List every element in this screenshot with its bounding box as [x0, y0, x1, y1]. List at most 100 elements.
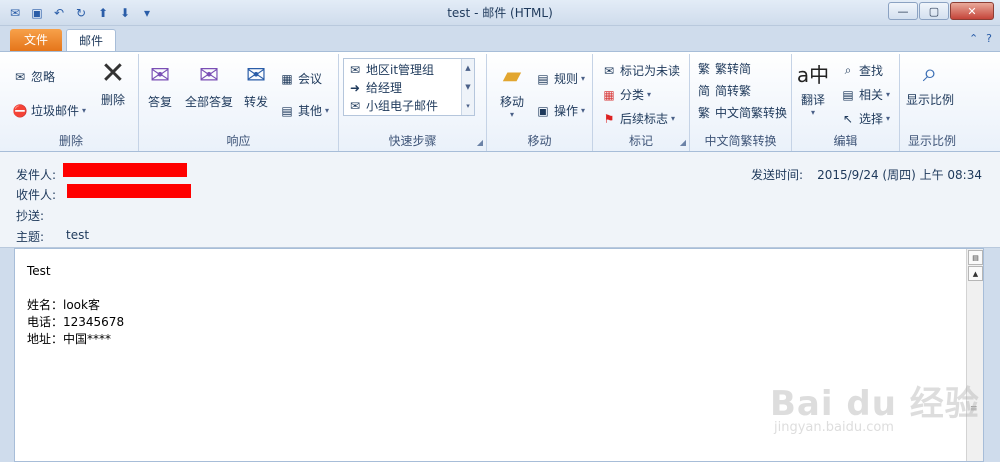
rules-icon: ▤	[537, 71, 549, 86]
group-respond: ✉ 答复 ✉ 全部答复 ✉ 转发 ▦ 会议 ▤ 其他 ▾ 响应	[139, 54, 339, 151]
reply-button[interactable]: ✉ 答复	[145, 60, 175, 110]
follow-up-button[interactable]: ⚑ 后续标志 ▾	[601, 110, 675, 127]
convert-icon: 繁	[697, 106, 710, 120]
redacted-recipient	[67, 184, 191, 198]
quick-steps-scrollbar[interactable]: ▲ ▼ ▾	[461, 59, 474, 115]
group-chinese-conversion: 繁 繁转简 简 简转繁 繁 中文简繁转换 中文简繁转换	[690, 54, 792, 151]
more-icon: ▤	[281, 103, 293, 118]
group-move: ▰ 移动 ▾ ▤ 规则 ▾ ▣ 操作 ▾ 移动	[487, 54, 593, 151]
cursor-icon: ↖	[842, 111, 854, 126]
group-delete: ✉ 忽略 ⛔ 垃圾邮件 ▾ ✕ 删除 删除	[4, 54, 139, 151]
watermark-logo: Bai du 经验	[770, 384, 980, 424]
chevron-down-icon: ▾	[581, 74, 586, 83]
traditional-to-simplified-button[interactable]: 繁 繁转简	[696, 60, 751, 77]
envelope-icon: ✉	[603, 63, 615, 78]
actions-icon: ▣	[537, 103, 549, 118]
body-line	[27, 280, 124, 297]
actions-button[interactable]: ▣ 操作 ▾	[535, 102, 585, 119]
mark-unread-button[interactable]: ✉ 标记为未读	[601, 62, 680, 79]
scroll-up-icon[interactable]: ▲	[968, 266, 983, 281]
ignore-icon: ✉	[14, 69, 26, 84]
group-zoom: ⌕ 显示比例 显示比例	[900, 54, 964, 151]
chevron-down-icon: ▾	[671, 114, 676, 123]
calendar-icon: ▦	[281, 71, 293, 86]
group-label-delete: 删除	[58, 134, 83, 148]
forward-button[interactable]: ✉ 转发	[241, 60, 271, 110]
group-quick-steps: ✉ 地区it管理组 ➜ 给经理 ✉ 小组电子邮件 ▲ ▼ ▾ 快速步骤 ◢	[339, 54, 487, 151]
sent-value: 2015/9/24 (周四) 上午 08:34	[817, 168, 982, 182]
body-line: 姓名：look客	[27, 298, 100, 312]
quick-step-item[interactable]: ➜ 给经理	[347, 79, 402, 96]
chinese-conversion-button[interactable]: 繁 中文简繁转换	[696, 104, 787, 121]
quick-step-item[interactable]: ✉ 地区it管理组	[347, 61, 434, 78]
scroll-up-icon[interactable]: ▲	[465, 64, 470, 72]
find-button[interactable]: ⌕ 查找	[840, 62, 883, 79]
group-label-zoom: 显示比例	[907, 134, 956, 148]
body-line: Test	[27, 264, 51, 278]
move-folder-icon: ▰	[502, 61, 522, 89]
help-icon[interactable]: ?	[986, 32, 992, 45]
group-editing: a中 翻译 ▾ ⌕ 查找 ▤ 相关 ▾ ↖ 选择 ▾ 编辑	[792, 54, 900, 151]
group-label-move: 移动	[527, 134, 552, 148]
forward-icon: ✉	[245, 61, 267, 89]
zoom-button[interactable]: ⌕ 显示比例	[906, 58, 954, 108]
related-button[interactable]: ▤ 相关 ▾	[840, 86, 890, 103]
to-label: 收件人:	[16, 188, 57, 202]
from-label: 发件人:	[16, 168, 57, 182]
title-bar: ✉ ▣ ↶ ↻ ⬆ ⬇ ▾ test - 邮件 (HTML) — ▢ ✕	[0, 0, 1000, 26]
chevron-down-icon: ▾	[509, 110, 514, 119]
dialog-launcher-icon[interactable]: ◢	[477, 138, 483, 147]
scroll-down-icon[interactable]: ▼	[465, 83, 470, 91]
chevron-down-icon: ▾	[581, 106, 586, 115]
quick-steps-gallery: ✉ 地区it管理组 ➜ 给经理 ✉ 小组电子邮件 ▲ ▼ ▾	[343, 58, 475, 116]
chevron-down-icon: ▾	[886, 114, 891, 123]
ribbon-controls: ⌃ ?	[969, 32, 992, 45]
subject-label: 主题:	[16, 230, 45, 244]
people-pane-icon[interactable]: ▤	[968, 250, 983, 265]
ribbon-tab-row: 文件 邮件 ⌃ ?	[0, 26, 1000, 52]
delete-button[interactable]: ✕ 删除	[98, 56, 128, 108]
group-tags: ✉ 标记为未读 ▦ 分类 ▾ ⚑ 后续标志 ▾ 标记 ◢	[593, 54, 690, 151]
watermark-url: jingyan.baidu.com	[774, 420, 894, 435]
minimize-button[interactable]: —	[888, 2, 918, 20]
tab-file[interactable]: 文件	[10, 29, 62, 51]
reply-icon: ✉	[149, 61, 171, 89]
magnifier-icon: ⌕	[922, 57, 938, 88]
sent-label: 发送时间:	[751, 168, 804, 182]
move-button[interactable]: ▰ 移动 ▾	[497, 60, 527, 119]
chevron-down-icon: ▾	[886, 90, 891, 99]
related-icon: ▤	[842, 87, 854, 102]
expand-icon[interactable]: ▾	[466, 102, 470, 110]
chevron-down-icon: ▾	[647, 90, 652, 99]
translate-button[interactable]: a中 翻译 ▾	[796, 58, 830, 118]
maximize-button[interactable]: ▢	[919, 2, 949, 20]
message-text: Test 姓名：look客 电话：12345678 地址：中国****	[27, 263, 124, 348]
group-label-quick-steps: 快速步骤	[388, 134, 437, 148]
tab-mail[interactable]: 邮件	[66, 29, 116, 52]
reply-all-button[interactable]: ✉ 全部答复	[185, 60, 233, 110]
select-button[interactable]: ↖ 选择 ▾	[840, 110, 890, 127]
collapse-ribbon-icon[interactable]: ⌃	[969, 32, 978, 45]
redacted-sender	[63, 163, 187, 177]
chevron-down-icon: ▾	[82, 106, 87, 115]
more-respond-button[interactable]: ▤ 其他 ▾	[279, 102, 329, 119]
close-button[interactable]: ✕	[950, 2, 994, 20]
window-controls: — ▢ ✕	[888, 2, 994, 20]
rules-button[interactable]: ▤ 规则 ▾	[535, 70, 585, 87]
dialog-launcher-icon[interactable]: ◢	[680, 138, 686, 147]
reply-all-icon: ✉	[198, 61, 220, 89]
categorize-button[interactable]: ▦ 分类 ▾	[601, 86, 651, 103]
group-label-tags: 标记	[628, 134, 653, 148]
meeting-button[interactable]: ▦ 会议	[279, 70, 322, 87]
group-mail-icon: ✉	[349, 62, 361, 77]
ignore-button[interactable]: ✉ 忽略	[12, 68, 55, 85]
junk-button[interactable]: ⛔ 垃圾邮件 ▾	[12, 102, 87, 119]
group-label-editing: 编辑	[833, 134, 858, 148]
translate-icon: a中	[796, 62, 830, 87]
message-header: 发件人: 收件人: 抄送: 主题: test 发送时间: 2015/9/24 (周…	[0, 152, 1000, 248]
quick-step-item[interactable]: ✉ 小组电子邮件	[347, 97, 438, 114]
ribbon: ✉ 忽略 ⛔ 垃圾邮件 ▾ ✕ 删除 删除 ✉ 答复 ✉ 全部答复 ✉ 转发 ▦…	[0, 51, 1000, 152]
left-frame	[0, 248, 14, 462]
sent-time: 发送时间: 2015/9/24 (周四) 上午 08:34	[751, 166, 982, 183]
simplified-to-traditional-button[interactable]: 简 简转繁	[696, 82, 751, 99]
